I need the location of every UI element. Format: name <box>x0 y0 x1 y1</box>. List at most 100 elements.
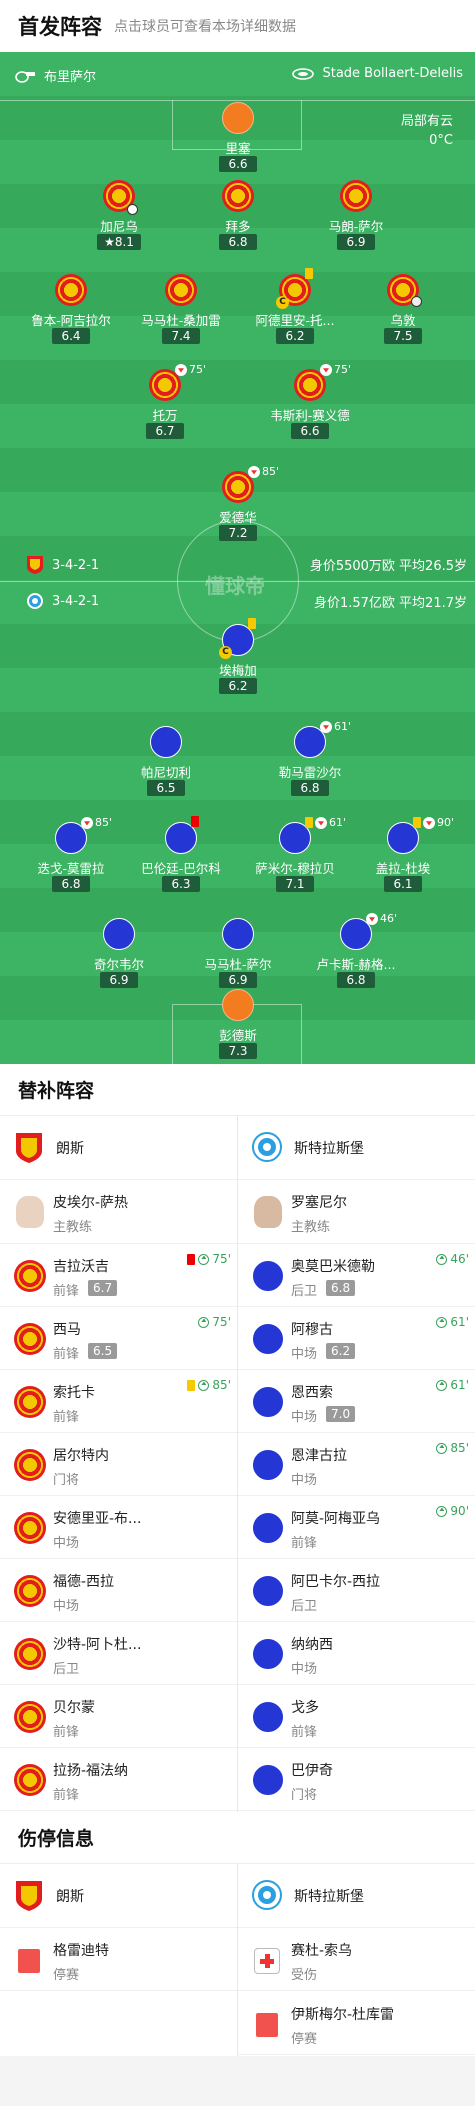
sub-player-row[interactable]: 居尔特内 门将 <box>0 1433 237 1496</box>
player-rating: 6.1 <box>384 876 422 892</box>
home-coach-name: 皮埃尔-萨热 <box>53 1195 129 1211</box>
player-rating: 6.8 <box>337 972 375 988</box>
sub-minute: 75' <box>334 363 352 376</box>
player-kit-icon <box>14 1323 46 1355</box>
player-kit-icon <box>14 1260 46 1292</box>
player-rating: 6.9 <box>337 234 375 250</box>
weather-info: 局部有云 0°C <box>401 112 453 150</box>
sub-player-name: 恩西索 <box>291 1385 333 1401</box>
player-kit-icon <box>252 1701 284 1733</box>
player-kit-icon <box>252 1575 284 1607</box>
player-rating: 6.9 <box>100 972 138 988</box>
sub-player-name: 索托卡 <box>53 1385 95 1401</box>
captain-badge: C <box>219 646 232 659</box>
player-name: 爱德华 <box>219 510 257 525</box>
sub-player-row[interactable]: 沙特-阿卜杜... 后卫 <box>0 1622 237 1685</box>
player-rating: 6.3 <box>162 876 200 892</box>
player-rating: 7.4 <box>162 328 200 344</box>
player-events: 61' <box>320 720 351 733</box>
lineup-title: 首发阵容 <box>18 15 102 39</box>
subs-home-team-name: 朗斯 <box>56 1140 84 1157</box>
sub-player-position: 后卫 <box>291 1599 318 1614</box>
player-kit-icon <box>222 102 254 134</box>
sub-player-name: 巴伊奇 <box>291 1763 333 1779</box>
player-events: 90' <box>413 816 454 829</box>
sub-player-row[interactable]: 阿莫-阿梅亚乌 前锋 90' <box>238 1496 475 1559</box>
away-coach-row[interactable]: 罗塞尼尔 主教练 <box>238 1180 475 1244</box>
sub-player-name: 贝尔蒙 <box>53 1700 95 1716</box>
player-name: 勒马雷沙尔 <box>278 765 342 780</box>
sub-player-row[interactable]: 拉扬-福法纳 前锋 <box>0 1748 237 1811</box>
strasbourg-crest-icon <box>252 1879 282 1912</box>
player-events <box>191 816 199 827</box>
sub-player-position: 门将 <box>291 1788 318 1803</box>
sub-player-row[interactable]: 纳纳西 中场 <box>238 1622 475 1685</box>
goal-ball-icon <box>127 204 138 215</box>
referee-name: 布里萨尔 <box>44 70 97 85</box>
player-rating: 6.8 <box>219 234 257 250</box>
player-rating: 6.9 <box>219 972 257 988</box>
player-kit-icon <box>252 1323 284 1355</box>
yellow-card-icon <box>413 817 421 828</box>
sub-minute: 75' <box>189 363 207 376</box>
sub-events: 85' <box>187 1378 231 1392</box>
injury-row[interactable]: 格雷迪特 停赛 <box>0 1928 237 1991</box>
sub-player-row[interactable]: 恩津古拉 中场 85' <box>238 1433 475 1496</box>
sub-player-position: 中场 <box>291 1410 318 1425</box>
sub-player-name: 恩津古拉 <box>291 1448 347 1464</box>
subs-home-team[interactable]: 朗斯 <box>0 1116 237 1180</box>
player-kit-icon <box>252 1638 284 1670</box>
player-kit-icon <box>14 1386 46 1418</box>
player-kit-icon <box>222 180 254 212</box>
sub-player-position: 后卫 <box>291 1284 318 1299</box>
sub-player-row[interactable]: 巴伊奇 门将 <box>238 1748 475 1811</box>
player-rating: ★8.1 <box>97 234 141 250</box>
sub-in-icon <box>436 1379 448 1391</box>
sub-player-row[interactable]: 阿穆古 中场 6.2 61' <box>238 1307 475 1370</box>
sub-in-icon <box>436 1505 448 1517</box>
sub-player-name: 沙特-阿卜杜... <box>53 1637 142 1653</box>
subs-away-team[interactable]: 斯特拉斯堡 <box>238 1116 475 1180</box>
player-name: 乌敦 <box>390 313 416 328</box>
sub-player-position: 前锋 <box>53 1725 80 1740</box>
sub-player-row[interactable]: 福德-西拉 中场 <box>0 1559 237 1622</box>
sub-player-row[interactable]: 阿巴卡尔-西拉 后卫 <box>238 1559 475 1622</box>
sub-player-row[interactable]: 戈多 前锋 <box>238 1685 475 1748</box>
sub-events: 46' <box>436 1252 469 1266</box>
coach-avatar <box>254 1196 282 1228</box>
sub-player-rating: 6.8 <box>326 1280 356 1296</box>
player-kit-icon <box>222 989 254 1021</box>
injury-row[interactable]: 赛杜-索乌 受伤 <box>238 1928 475 1991</box>
player-events: 75' <box>320 363 351 376</box>
sub-in-minute: 61' <box>450 1378 469 1392</box>
player-name: 帕尼切利 <box>140 765 191 780</box>
injury-away-team[interactable]: 斯特拉斯堡 <box>238 1864 475 1928</box>
red-card-icon <box>191 816 199 827</box>
sub-events: 61' <box>436 1315 469 1329</box>
sub-player-row[interactable]: 贝尔蒙 前锋 <box>0 1685 237 1748</box>
injury-row[interactable]: 伊斯梅尔-杜库雷 停赛 <box>238 1992 475 2055</box>
sub-in-minute: 61' <box>450 1315 469 1329</box>
player-events: 61' <box>305 816 346 829</box>
player-kit-icon <box>150 726 182 758</box>
sub-player-row[interactable]: 奥莫巴米德勒 后卫 6.8 46' <box>238 1244 475 1307</box>
sub-player-row[interactable]: 吉拉沃吉 前锋 6.7 75' <box>0 1244 237 1307</box>
player-name: 马朗-萨尔 <box>328 219 384 234</box>
injury-home-team[interactable]: 朗斯 <box>0 1864 237 1928</box>
sub-player-row[interactable]: 索托卡 前锋 85' <box>0 1370 237 1433</box>
watermark: 懂球帝 <box>205 574 265 598</box>
sub-player-position: 中场 <box>53 1599 80 1614</box>
sub-player-row[interactable]: 西马 前锋 6.5 75' <box>0 1307 237 1370</box>
sub-player-position: 前锋 <box>53 1284 80 1299</box>
sub-player-rating: 6.2 <box>326 1343 356 1359</box>
home-coach-row[interactable]: 皮埃尔-萨热 主教练 <box>0 1180 237 1244</box>
sub-in-icon <box>198 1316 210 1328</box>
stadium-icon <box>292 67 315 80</box>
sub-player-name: 阿莫-阿梅亚乌 <box>291 1511 381 1527</box>
injury-player-name: 伊斯梅尔-杜库雷 <box>291 2007 395 2023</box>
sub-player-row[interactable]: 安德里亚-布... 中场 <box>0 1496 237 1559</box>
sub-in-minute: 46' <box>450 1252 469 1266</box>
injury-title: 伤停信息 <box>0 1812 475 1864</box>
sub-player-row[interactable]: 恩西索 中场 7.0 61' <box>238 1370 475 1433</box>
home-coach-role: 主教练 <box>53 1220 93 1235</box>
